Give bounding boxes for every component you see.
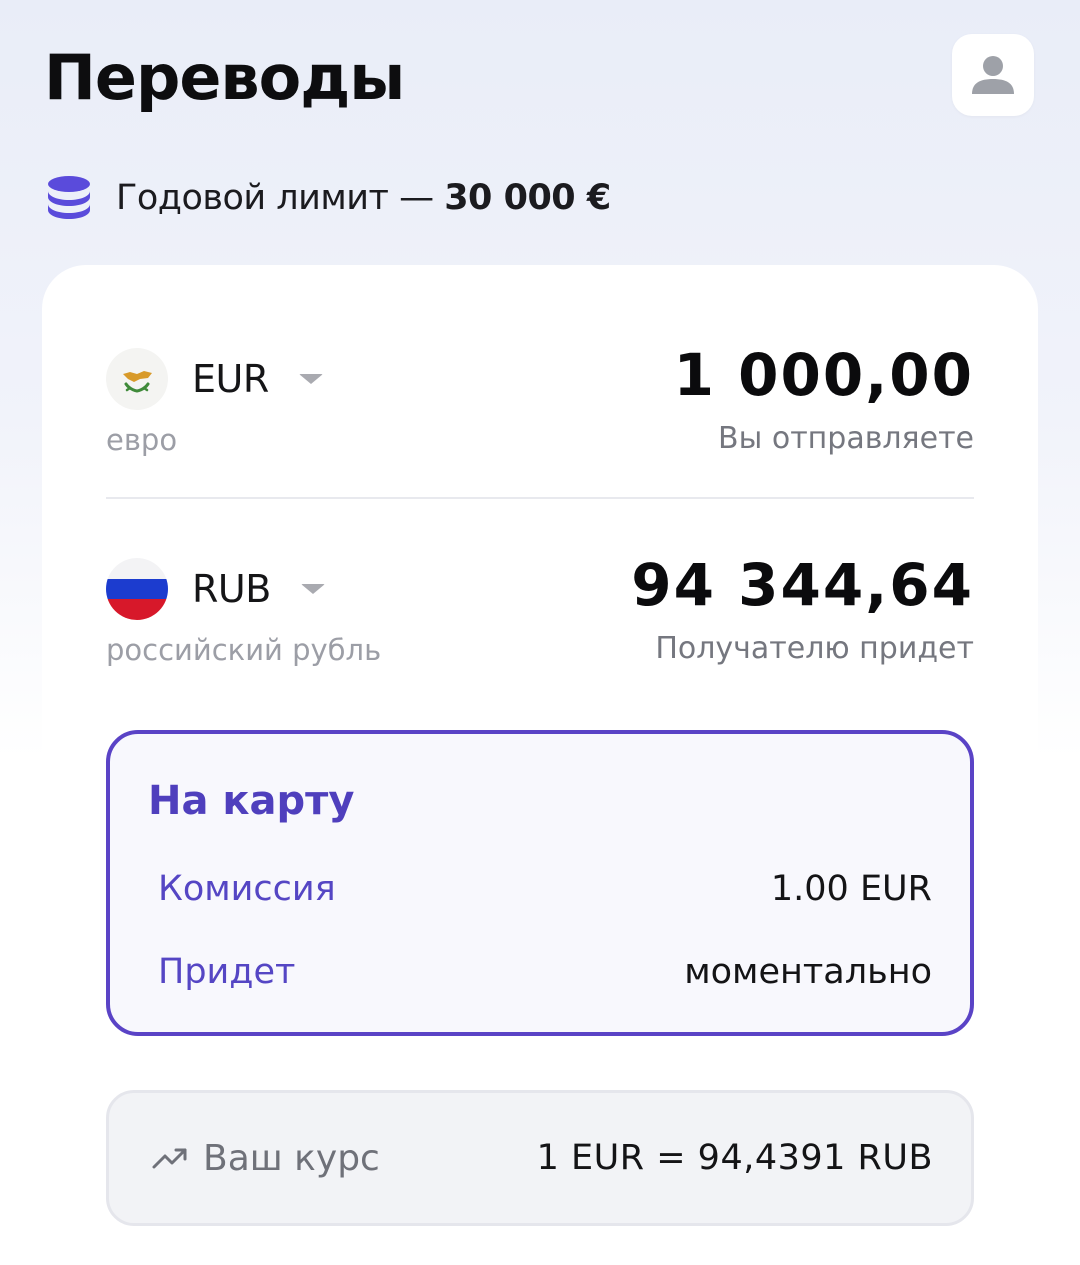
annual-limit-value: 30 000 €: [444, 178, 611, 218]
receive-currency-code: RUB: [192, 567, 271, 611]
arrival-value: моментально: [684, 952, 932, 992]
send-amount-caption: Вы отправляете: [718, 421, 974, 456]
cyprus-flag-icon: [106, 348, 168, 410]
receive-amount-caption: Получателю придет: [655, 631, 974, 666]
coins-stack-icon: [48, 176, 90, 219]
receive-amount[interactable]: 94 344,64: [631, 551, 974, 619]
annual-limit-label: Годовой лимит —: [116, 178, 445, 218]
send-currency-selector[interactable]: EUR: [106, 347, 323, 411]
arrival-row: Придет моментально: [158, 947, 932, 997]
fee-value: 1.00 EUR: [770, 869, 932, 909]
send-amount[interactable]: 1 000,00: [674, 341, 974, 409]
annual-limit-text: Годовой лимит — 30 000 €: [116, 178, 611, 218]
annual-limit: Годовой лимит — 30 000 €: [46, 170, 611, 226]
receive-currency-row: RUB российский рубль 94 344,64 Получател…: [106, 551, 974, 695]
profile-button[interactable]: [952, 34, 1034, 116]
russia-flag-icon: [106, 558, 168, 620]
fee-label: Комиссия: [158, 869, 336, 909]
divider: [106, 497, 974, 499]
exchange-rate-box: Ваш курс 1 EUR = 94,4391 RUB: [106, 1090, 974, 1226]
chevron-down-icon: [298, 374, 323, 384]
send-currency-row: EUR евро 1 000,00 Вы отправляете: [106, 341, 974, 485]
user-icon: [972, 56, 1014, 94]
receive-currency-selector[interactable]: RUB: [106, 557, 325, 621]
send-currency-code: EUR: [192, 357, 269, 401]
chevron-down-icon: [300, 584, 325, 594]
exchange-rate-label: Ваш курс: [203, 1137, 380, 1179]
trending-up-icon: [152, 1148, 187, 1169]
arrival-label: Придет: [158, 952, 296, 992]
header: Переводы: [44, 34, 1036, 120]
transfer-method-card[interactable]: На карту Комиссия 1.00 EUR Придет момент…: [106, 730, 974, 1036]
page-title: Переводы: [44, 41, 405, 114]
transfer-method-title: На карту: [148, 778, 355, 824]
send-currency-name: евро: [106, 423, 178, 457]
exchange-rate-value: 1 EUR = 94,4391 RUB: [536, 1138, 933, 1178]
transfer-card: EUR евро 1 000,00 Вы отправляете RUB рос…: [42, 265, 1038, 1265]
receive-currency-name: российский рубль: [106, 633, 382, 667]
fee-row: Комиссия 1.00 EUR: [158, 864, 932, 914]
exchange-rate-label-group: Ваш курс: [151, 1138, 380, 1179]
